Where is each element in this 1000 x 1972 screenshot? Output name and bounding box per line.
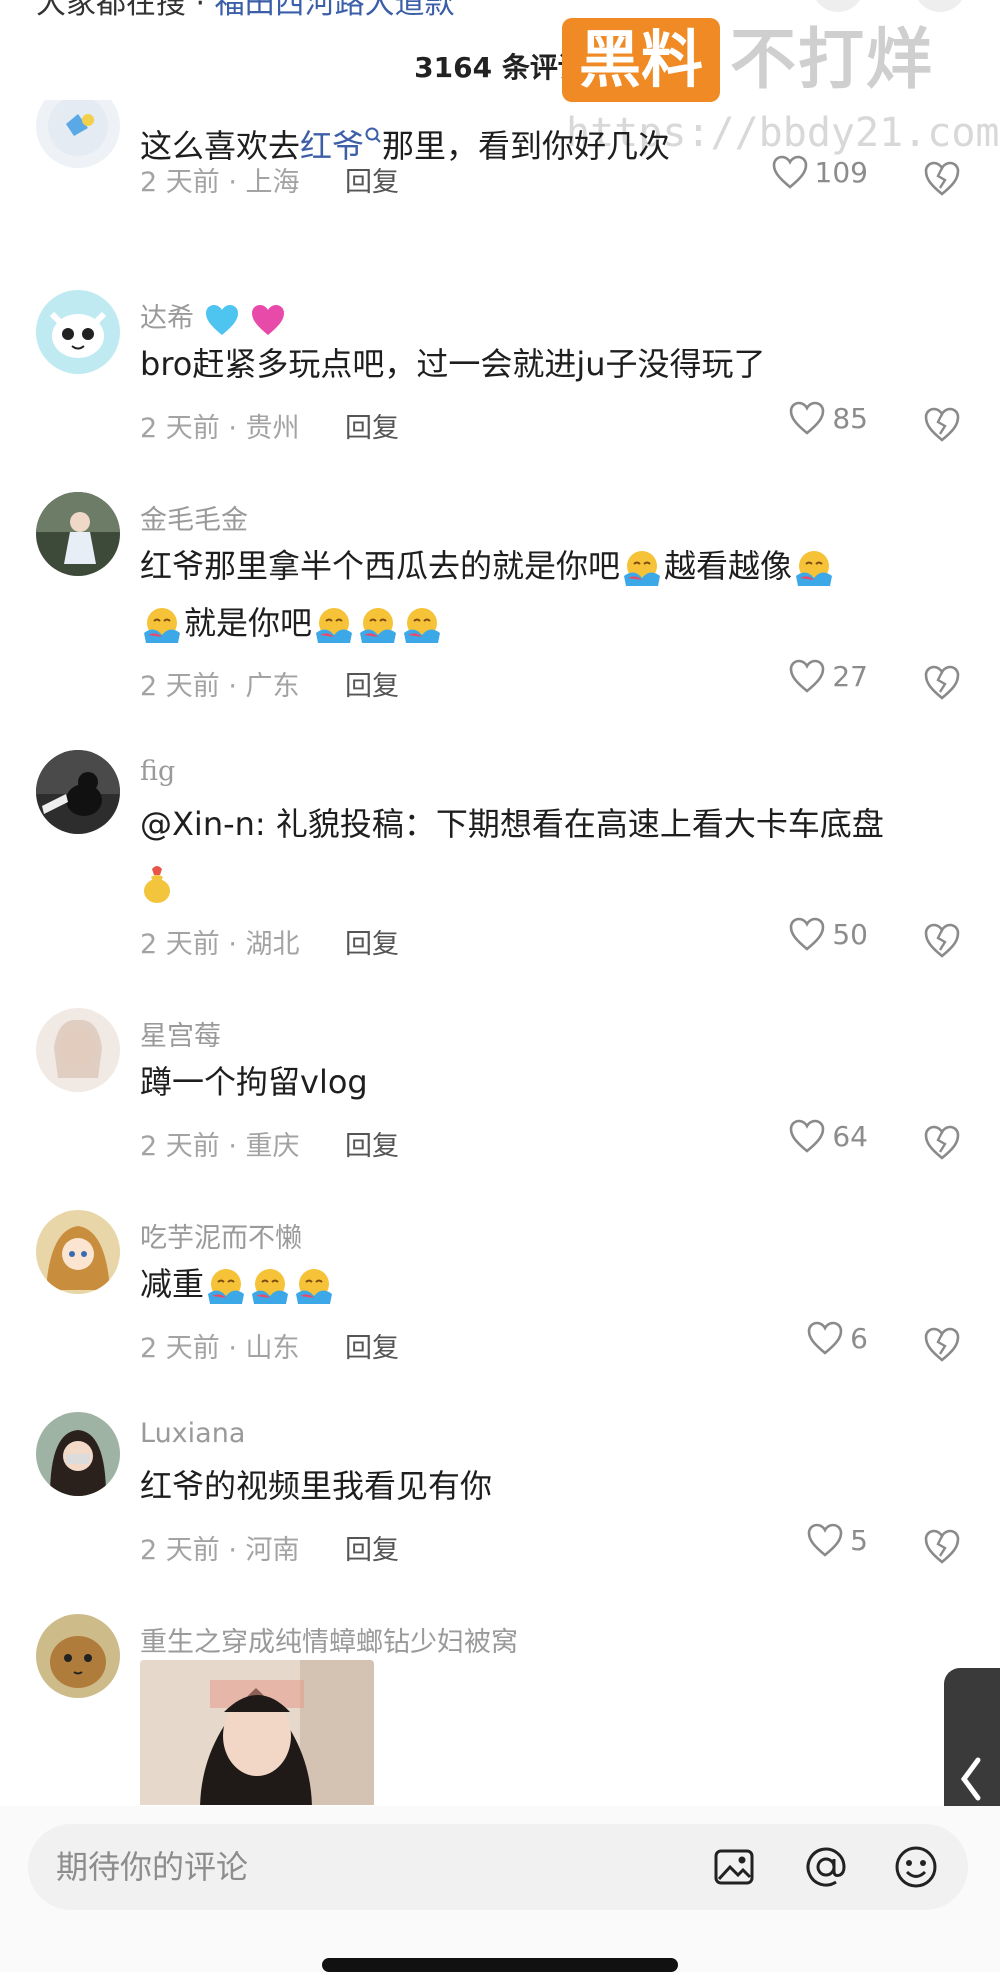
comment-meta: 2 天前 · 湖北 <box>140 929 300 960</box>
reply-button[interactable]: 回复 <box>345 406 399 445</box>
username[interactable]: 重生之穿成纯情蟑螂钻少妇被窝 <box>140 1620 518 1659</box>
broken-heart-icon[interactable] <box>922 662 962 702</box>
search-prefix: 大家都在搜 · <box>36 0 206 20</box>
avatar[interactable] <box>36 1614 120 1698</box>
comment-meta: 2 天前 · 山东 <box>140 1333 300 1364</box>
comment-meta: 2 天前 · 河南 <box>140 1535 300 1566</box>
chevron-left-icon <box>960 1757 981 1801</box>
avatar[interactable] <box>36 100 120 168</box>
hug-emoji-icon <box>204 1264 248 1308</box>
broken-heart-icon[interactable] <box>922 158 962 198</box>
like-count: 6 <box>850 1321 868 1355</box>
avatar[interactable] <box>36 1412 120 1496</box>
avatar[interactable] <box>36 750 120 834</box>
comment-text: @Xin-n: 礼貌投稿：下期想看在高速上看大卡车底盘 <box>140 796 940 910</box>
reply-button[interactable]: 回复 <box>345 1124 399 1163</box>
close-button[interactable] <box>914 0 966 12</box>
like-count: 109 <box>814 155 868 189</box>
heart-icon <box>790 401 825 435</box>
hug-emoji-icon <box>312 603 356 647</box>
top-search-strip: 大家都在搜 · 福田西河路大道款 <box>0 0 1000 20</box>
reply-button[interactable]: 回复 <box>345 1326 399 1365</box>
comment-meta: 2 天前 · 重庆 <box>140 1131 300 1162</box>
reply-button[interactable]: 回复 <box>345 1528 399 1567</box>
heart-icon <box>807 1523 843 1557</box>
like-count: 50 <box>832 917 868 951</box>
hug-emoji-icon <box>400 603 444 647</box>
comment-text: 红爷的视频里我看见有你 <box>140 1467 493 1505</box>
comment-input[interactable]: 期待你的评论 <box>28 1824 968 1910</box>
like-count: 85 <box>832 401 868 435</box>
reply-button[interactable]: 回复 <box>345 160 399 199</box>
username[interactable]: 金毛毛金 <box>140 498 248 537</box>
search-link[interactable]: 福田西河路大道款 <box>215 0 455 20</box>
like-count: 64 <box>832 1119 868 1153</box>
reply-button[interactable]: 回复 <box>345 664 399 703</box>
blue-heart-emoji-icon <box>203 302 241 338</box>
hug-emoji-icon <box>792 546 836 590</box>
hug-emoji-icon <box>356 603 400 647</box>
broken-heart-icon[interactable] <box>922 1324 962 1364</box>
broken-heart-icon[interactable] <box>922 920 962 960</box>
prosperity-bag-emoji-icon <box>144 866 170 903</box>
avatar[interactable] <box>36 1008 120 1092</box>
comment-text: 减重 <box>140 1256 940 1313</box>
avatar[interactable] <box>36 1210 120 1294</box>
search-icon[interactable] <box>364 126 382 148</box>
like-button[interactable]: 50 <box>788 916 868 952</box>
comment-input-bar: 期待你的评论 <box>0 1806 1000 1972</box>
like-count: 27 <box>832 659 868 693</box>
comment-text: 红爷那里拿半个西瓜去的就是你吧 越看越像 就是你吧 <box>140 538 940 652</box>
pink-heart-emoji-icon <box>249 302 287 338</box>
comment-text: bro赶紧多玩点吧，过一会就进ju子没得玩了 <box>140 345 766 383</box>
like-button[interactable]: 85 <box>788 400 868 436</box>
comment-count-title: 3164 条评论 <box>414 51 586 84</box>
broken-heart-icon[interactable] <box>922 1526 962 1566</box>
hug-emoji-icon <box>248 1264 292 1308</box>
heart-icon <box>790 659 825 693</box>
like-button[interactable]: 27 <box>788 658 868 694</box>
comment-placeholder: 期待你的评论 <box>56 1848 249 1886</box>
comment-text: 蹲一个拘留vlog <box>140 1063 368 1101</box>
like-count: 5 <box>850 1523 868 1557</box>
comment-image[interactable] <box>140 1660 374 1805</box>
username[interactable]: 星宫莓 <box>140 1014 221 1053</box>
at-icon[interactable] <box>802 1843 850 1891</box>
like-button[interactable]: 6 <box>806 1320 868 1356</box>
username[interactable]: fig <box>140 756 175 787</box>
comment-list[interactable]: 这么喜欢去红爷 那里，看到你好几次 2 天前 · 上海 回复 109 达希 bro… <box>0 100 1000 1805</box>
reply-button[interactable]: 回复 <box>345 922 399 961</box>
expand-button[interactable] <box>812 0 864 12</box>
username[interactable]: Luxiana <box>140 1418 245 1449</box>
hug-emoji-icon <box>292 1264 336 1308</box>
avatar[interactable] <box>36 492 120 576</box>
hug-emoji-icon <box>140 603 184 647</box>
broken-heart-icon[interactable] <box>922 404 962 444</box>
search-hint[interactable]: 大家都在搜 · 福田西河路大道款 <box>36 0 455 20</box>
comment-meta: 2 天前 · 贵州 <box>140 413 300 444</box>
comment-meta: 2 天前 · 广东 <box>140 671 300 702</box>
username[interactable]: 达希 <box>140 296 287 338</box>
heart-icon <box>790 1119 825 1153</box>
broken-heart-icon[interactable] <box>922 1122 962 1162</box>
like-button[interactable]: 5 <box>806 1522 868 1558</box>
heart-icon <box>772 155 807 189</box>
heart-icon <box>790 917 825 951</box>
heart-icon <box>807 1321 843 1355</box>
hug-emoji-icon <box>620 546 664 590</box>
comments-header: 3164 条评论 <box>0 40 1000 96</box>
home-indicator <box>322 1958 678 1972</box>
image-icon[interactable] <box>710 1843 758 1891</box>
avatar[interactable] <box>36 290 120 374</box>
emoji-icon[interactable] <box>892 1843 940 1891</box>
like-button[interactable]: 64 <box>788 1118 868 1154</box>
comment-meta: 2 天前 · 上海 <box>140 167 300 198</box>
like-button[interactable]: 109 <box>771 154 868 190</box>
username[interactable]: 吃芋泥而不懒 <box>140 1216 302 1255</box>
